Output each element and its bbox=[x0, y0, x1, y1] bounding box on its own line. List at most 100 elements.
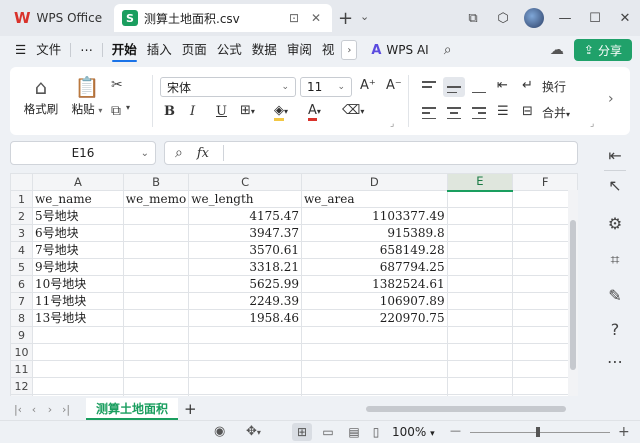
vertical-scrollbar[interactable] bbox=[568, 190, 578, 396]
align-middle-icon[interactable] bbox=[447, 81, 461, 93]
cell[interactable] bbox=[122, 224, 190, 242]
prev-sheet-icon[interactable]: ‹ bbox=[26, 403, 42, 416]
cell[interactable] bbox=[31, 326, 124, 344]
font-dialog-launcher-icon[interactable]: ⌟ bbox=[390, 119, 394, 129]
eye-protection-icon[interactable]: ◉ bbox=[214, 424, 225, 439]
cell[interactable] bbox=[446, 377, 514, 395]
last-sheet-icon[interactable]: ›| bbox=[58, 403, 74, 416]
column-header-f[interactable]: F bbox=[512, 173, 578, 191]
row-header[interactable]: 5 bbox=[10, 258, 33, 276]
align-top-icon[interactable] bbox=[422, 81, 436, 93]
cell[interactable] bbox=[446, 326, 514, 344]
add-sheet-button[interactable]: + bbox=[184, 400, 197, 418]
cell[interactable]: 1382524.61 bbox=[301, 275, 448, 293]
tools-icon[interactable]: ✎ bbox=[606, 286, 624, 305]
wrap-text-label[interactable]: 换行 bbox=[542, 78, 566, 95]
cell[interactable] bbox=[188, 394, 302, 396]
cell[interactable]: we_memo bbox=[122, 190, 190, 208]
distributed-align-icon[interactable]: ☰ bbox=[497, 104, 509, 119]
cell[interactable]: 5号地块 bbox=[31, 207, 124, 225]
cell[interactable] bbox=[446, 258, 514, 276]
cell[interactable] bbox=[188, 343, 302, 361]
cell[interactable]: 2249.39 bbox=[188, 292, 302, 310]
cell[interactable]: we_name bbox=[31, 190, 124, 208]
cell[interactable]: 13号地块 bbox=[31, 309, 124, 327]
tab-review[interactable]: 审阅 bbox=[282, 36, 317, 64]
cell[interactable]: 687794.25 bbox=[301, 258, 448, 276]
apps-cube-icon[interactable]: ⬡ bbox=[488, 11, 518, 26]
underline-button[interactable]: U bbox=[216, 104, 227, 119]
cell[interactable]: 9号地块 bbox=[31, 258, 124, 276]
row-header[interactable]: 11 bbox=[10, 360, 33, 378]
format-painter-button[interactable]: ⌂ 格式刷 bbox=[18, 73, 64, 117]
zoom-in-button[interactable]: + bbox=[618, 424, 630, 440]
minimize-icon[interactable]: — bbox=[550, 11, 580, 26]
column-header-b[interactable]: B bbox=[122, 173, 190, 191]
zoom-slider-track[interactable] bbox=[470, 432, 610, 433]
column-header-c[interactable]: C bbox=[188, 173, 302, 191]
column-header-d[interactable]: D bbox=[301, 173, 448, 191]
cell[interactable] bbox=[122, 360, 190, 378]
cell[interactable] bbox=[446, 224, 514, 242]
tab-data[interactable]: 数据 bbox=[247, 36, 282, 64]
cell[interactable] bbox=[122, 394, 190, 396]
cell[interactable] bbox=[122, 377, 190, 395]
zoom-out-button[interactable]: — bbox=[450, 424, 461, 437]
tab-page[interactable]: 页面 bbox=[177, 36, 212, 64]
tab-overview-icon[interactable]: ⧉ bbox=[458, 11, 488, 26]
cell[interactable] bbox=[122, 309, 190, 327]
fill-color-icon[interactable]: ◈▾ bbox=[274, 103, 288, 121]
merge-cells-icon[interactable]: ⊟ bbox=[522, 104, 533, 119]
cell[interactable]: 3318.21 bbox=[188, 258, 302, 276]
cell[interactable] bbox=[122, 275, 190, 293]
cut-icon[interactable]: ✂ bbox=[111, 77, 123, 93]
help-icon[interactable]: ? bbox=[606, 320, 624, 339]
tab-formula[interactable]: 公式 bbox=[212, 36, 247, 64]
select-cursor-icon[interactable]: ↖ bbox=[606, 176, 624, 195]
scrollbar-thumb[interactable] bbox=[570, 220, 576, 370]
row-header[interactable]: 8 bbox=[10, 309, 33, 327]
maximize-icon[interactable]: ☐ bbox=[580, 11, 610, 26]
new-tab-button[interactable]: + bbox=[338, 8, 353, 29]
layout-mode-icon[interactable]: ✥▾ bbox=[246, 424, 261, 439]
sidebar-toggle-icon[interactable]: ⇤ bbox=[606, 146, 624, 165]
cell[interactable] bbox=[31, 343, 124, 361]
insert-function-icon[interactable]: fx bbox=[197, 146, 209, 161]
row-header[interactable]: 6 bbox=[10, 275, 33, 293]
cell[interactable] bbox=[301, 360, 448, 378]
tab-insert[interactable]: 插入 bbox=[142, 36, 177, 64]
cell[interactable] bbox=[122, 326, 190, 344]
wps-home-tab[interactable]: W WPS Office bbox=[6, 6, 110, 30]
cell[interactable]: 3570.61 bbox=[188, 241, 302, 259]
cell[interactable] bbox=[188, 360, 302, 378]
name-box[interactable]: E16 ⌄ bbox=[10, 141, 156, 165]
cell[interactable] bbox=[122, 292, 190, 310]
cell[interactable]: 11号地块 bbox=[31, 292, 124, 310]
cell[interactable] bbox=[446, 207, 514, 225]
row-header[interactable]: 9 bbox=[10, 326, 33, 344]
reading-view-icon[interactable]: ▯ bbox=[366, 423, 386, 441]
cell[interactable] bbox=[122, 258, 190, 276]
horizontal-scrollbar[interactable] bbox=[366, 406, 566, 412]
formula-input-area[interactable]: ⌕ fx bbox=[164, 141, 578, 165]
cell[interactable]: 10号地块 bbox=[31, 275, 124, 293]
row-header[interactable]: 7 bbox=[10, 292, 33, 310]
row-header[interactable]: 12 bbox=[10, 377, 33, 395]
more-options-icon[interactable]: ⋯ bbox=[606, 352, 624, 371]
align-left-icon[interactable] bbox=[422, 107, 436, 119]
menu-file[interactable]: 文件 bbox=[31, 36, 66, 64]
font-color-icon[interactable]: A▾ bbox=[308, 103, 321, 121]
avatar[interactable] bbox=[524, 8, 544, 28]
cell[interactable] bbox=[446, 309, 514, 327]
cell[interactable] bbox=[446, 394, 514, 396]
tab-window-icon[interactable]: ⊡ bbox=[286, 11, 302, 25]
hamburger-menu-icon[interactable]: ☰ bbox=[10, 36, 31, 64]
cell[interactable]: 5625.99 bbox=[188, 275, 302, 293]
cell[interactable] bbox=[188, 377, 302, 395]
cell[interactable] bbox=[122, 207, 190, 225]
clear-format-icon[interactable]: ⌫▾ bbox=[342, 103, 364, 118]
column-header-a[interactable]: A bbox=[31, 173, 124, 191]
zoom-level[interactable]: 100% ▾ bbox=[392, 425, 435, 439]
share-button[interactable]: ⇪ 分享 bbox=[573, 39, 632, 61]
align-bottom-icon[interactable] bbox=[472, 81, 486, 93]
